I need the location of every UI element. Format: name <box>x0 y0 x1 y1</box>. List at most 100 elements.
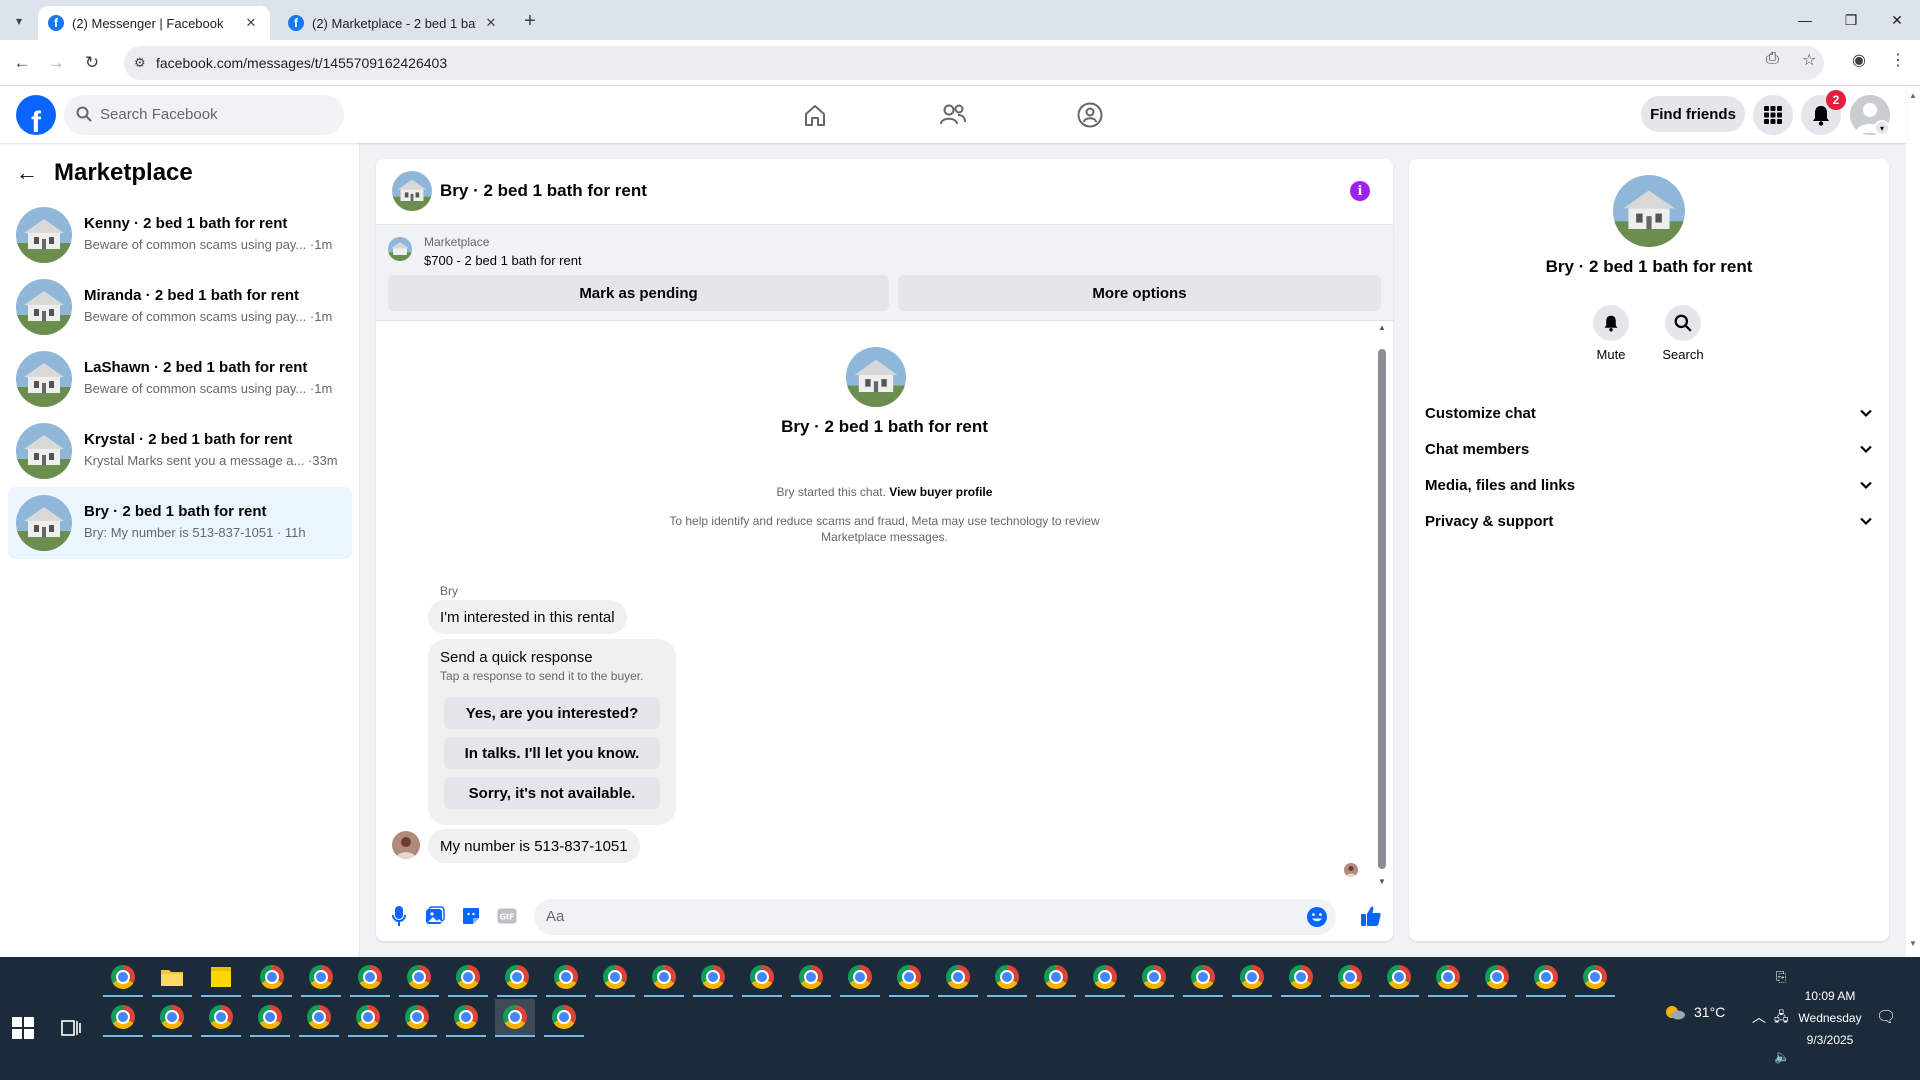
taskbar-chrome-window[interactable] <box>252 959 292 997</box>
taskbar-chrome-window[interactable] <box>301 959 341 997</box>
new-tab-button[interactable]: + <box>518 9 542 33</box>
conversation-item-krystal[interactable]: Krystal · 2 bed 1 bath for rent Krystal … <box>8 415 352 487</box>
taskbar-chrome-window[interactable] <box>103 959 143 997</box>
taskbar-chrome-window[interactable] <box>446 999 486 1037</box>
taskbar-chrome-window[interactable] <box>1428 959 1468 997</box>
clock-time[interactable]: 10:09 AM <box>1798 989 1862 1003</box>
taskbar-chrome-window[interactable] <box>1134 959 1174 997</box>
taskbar-chrome-window[interactable] <box>495 999 535 1037</box>
taskbar-chrome-window[interactable] <box>1281 959 1321 997</box>
taskbar-chrome-window[interactable] <box>1085 959 1125 997</box>
windows-start-icon[interactable] <box>12 1017 34 1039</box>
quick-reply-yes-button[interactable]: Yes, are you interested? <box>444 697 660 729</box>
taskbar-chrome-window[interactable] <box>397 999 437 1037</box>
minimize-button[interactable]: — <box>1790 8 1820 32</box>
taskbar-chrome-window[interactable] <box>1036 959 1076 997</box>
taskbar-chrome-window[interactable] <box>791 959 831 997</box>
browser-menu-icon[interactable]: ⋮ <box>1890 50 1906 70</box>
taskbar-chrome-window[interactable] <box>299 999 339 1037</box>
taskbar-chrome-window[interactable] <box>742 959 782 997</box>
gif-icon[interactable]: GIF <box>496 905 518 927</box>
photo-icon[interactable] <box>424 905 446 927</box>
taskbar-chrome-window[interactable] <box>1379 959 1419 997</box>
taskbar-chrome-window[interactable] <box>1232 959 1272 997</box>
taskbar-chrome-window[interactable] <box>1575 959 1615 997</box>
home-nav-icon[interactable] <box>795 95 835 135</box>
emoji-icon[interactable] <box>1306 906 1328 928</box>
clock-date[interactable]: 9/3/2025 <box>1798 1033 1862 1047</box>
taskbar-chrome-window[interactable] <box>1183 959 1223 997</box>
taskbar-chrome-window[interactable] <box>987 959 1027 997</box>
taskbar-chrome-window[interactable] <box>399 959 439 997</box>
conversation-item-miranda[interactable]: Miranda · 2 bed 1 bath for rent Beware o… <box>8 271 352 343</box>
url-field[interactable]: ⚙ facebook.com/messages/t/14557091624264… <box>124 46 1824 80</box>
taskbar-file-explorer[interactable] <box>152 959 192 997</box>
taskbar-chrome-window[interactable] <box>1330 959 1370 997</box>
taskbar-chrome-window[interactable] <box>152 999 192 1037</box>
weather-widget[interactable]: 31°C <box>1664 1003 1725 1021</box>
taskbar-chrome-window[interactable] <box>201 999 241 1037</box>
taskbar-chrome-window[interactable] <box>497 959 537 997</box>
taskbar-chrome-window[interactable] <box>448 959 488 997</box>
taskbar-chrome-window[interactable] <box>348 999 388 1037</box>
friends-nav-icon[interactable] <box>933 95 973 135</box>
groups-nav-icon[interactable] <box>1070 95 1110 135</box>
facebook-logo[interactable]: f <box>16 95 56 135</box>
taskbar-chrome-window[interactable] <box>1477 959 1517 997</box>
conversation-item-bry[interactable]: Bry · 2 bed 1 bath for rent Bry: My numb… <box>8 487 352 559</box>
taskbar-chrome-window[interactable] <box>350 959 390 997</box>
account-caret-icon[interactable]: ▾ <box>1874 120 1890 136</box>
message-input[interactable]: Aa <box>534 899 1336 935</box>
device-icon[interactable]: ⎘ <box>1776 969 1786 985</box>
mark-pending-button[interactable]: Mark as pending <box>388 275 889 311</box>
taskbar-chrome-window[interactable] <box>103 999 143 1037</box>
message-bubble[interactable]: I'm interested in this rental <box>428 600 627 634</box>
quick-reply-in-talks-button[interactable]: In talks. I'll let you know. <box>444 737 660 769</box>
back-arrow-icon[interactable]: ← <box>16 160 38 186</box>
more-options-button[interactable]: More options <box>898 275 1381 311</box>
browser-tab-messenger[interactable]: f (2) Messenger | Facebook ✕ <box>38 6 270 40</box>
taskbar-chrome-window[interactable] <box>546 959 586 997</box>
customize-chat-row[interactable]: Customize chat <box>1425 395 1873 431</box>
chat-title[interactable]: Bry · 2 bed 1 bath for rent <box>440 181 647 201</box>
privacy-support-row[interactable]: Privacy & support <box>1425 503 1873 539</box>
close-tab-icon[interactable]: ✕ <box>482 14 500 32</box>
conversation-item-lashawn[interactable]: LaShawn · 2 bed 1 bath for rent Beware o… <box>8 343 352 415</box>
taskbar-chrome-window[interactable] <box>938 959 978 997</box>
profile-icon[interactable]: ◉ <box>1852 50 1866 70</box>
search-in-chat-button[interactable]: Search <box>1653 305 1713 362</box>
page-scroll-down-arrow[interactable]: ▼ <box>1909 939 1917 948</box>
show-hidden-icons[interactable]: ︿ <box>1752 1007 1766 1027</box>
task-view-icon[interactable] <box>60 1017 82 1039</box>
bookmark-star-icon[interactable]: ☆ <box>1802 50 1816 70</box>
sender-avatar[interactable] <box>392 831 420 859</box>
taskbar-chrome-window[interactable] <box>595 959 635 997</box>
conversation-item-kenny[interactable]: Kenny · 2 bed 1 bath for rent Beware of … <box>8 199 352 271</box>
find-friends-button[interactable]: Find friends <box>1641 96 1745 132</box>
taskbar-sticky-notes[interactable] <box>201 959 241 997</box>
scroll-up-arrow[interactable]: ▲ <box>1378 323 1386 332</box>
quick-reply-not-available-button[interactable]: Sorry, it's not available. <box>444 777 660 809</box>
install-app-icon[interactable]: ⎙ <box>1766 50 1779 68</box>
sticker-icon[interactable] <box>460 905 482 927</box>
back-button[interactable]: ← <box>10 51 34 75</box>
taskbar-chrome-window[interactable] <box>250 999 290 1037</box>
mute-button[interactable]: Mute <box>1581 305 1641 362</box>
view-buyer-profile-link[interactable]: View buyer profile <box>889 485 992 499</box>
chat-members-row[interactable]: Chat members <box>1425 431 1873 467</box>
taskbar-chrome-window[interactable] <box>644 959 684 997</box>
taskbar-chrome-window[interactable] <box>889 959 929 997</box>
thumbs-up-icon[interactable] <box>1360 905 1382 927</box>
menu-grid-button[interactable] <box>1753 95 1793 135</box>
facebook-search-input[interactable]: Search Facebook <box>64 95 344 135</box>
scroll-down-arrow[interactable]: ▼ <box>1378 877 1386 886</box>
taskbar-chrome-window[interactable] <box>544 999 584 1037</box>
listing-price[interactable]: $700 - 2 bed 1 bath for rent <box>424 253 582 268</box>
media-files-links-row[interactable]: Media, files and links <box>1425 467 1873 503</box>
taskbar-chrome-window[interactable] <box>1526 959 1566 997</box>
close-window-button[interactable]: ✕ <box>1882 8 1912 32</box>
volume-icon[interactable]: 🔈 <box>1774 1049 1790 1065</box>
page-scroll-up-arrow[interactable]: ▲ <box>1909 91 1917 100</box>
message-bubble[interactable]: My number is 513-837-1051 <box>428 829 640 863</box>
taskbar-chrome-window[interactable] <box>840 959 880 997</box>
